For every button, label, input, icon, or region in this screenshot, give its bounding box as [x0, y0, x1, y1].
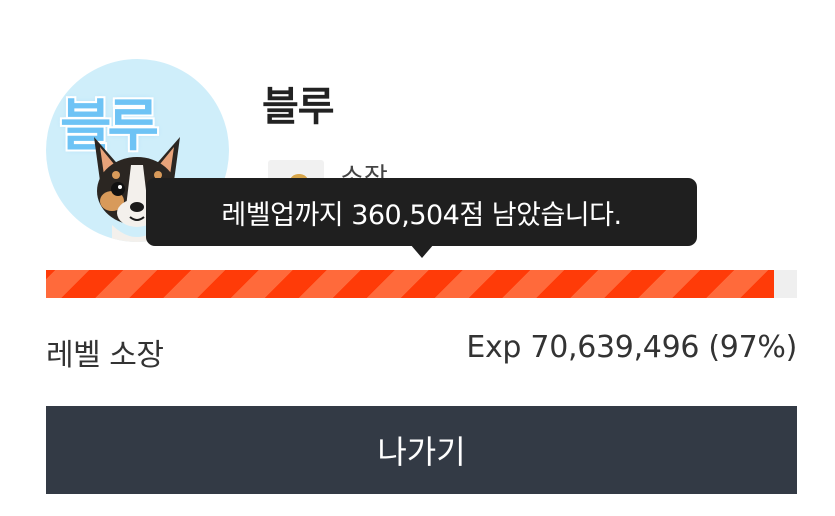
- level-label: 레벨 소장: [46, 338, 164, 373]
- tooltip-text: 레벨업까지 360,504점 남았습니다.: [221, 199, 622, 231]
- exp-progress-fill: [46, 270, 775, 298]
- profile-name: 블루: [262, 84, 335, 130]
- exit-button[interactable]: 나가기: [46, 406, 797, 494]
- level-up-tooltip: 레벨업까지 360,504점 남았습니다.: [146, 178, 697, 246]
- exp-progress-bar: [46, 270, 797, 298]
- tooltip-arrow: [410, 244, 434, 258]
- exp-value: Exp 70,639,496 (97%): [466, 330, 797, 365]
